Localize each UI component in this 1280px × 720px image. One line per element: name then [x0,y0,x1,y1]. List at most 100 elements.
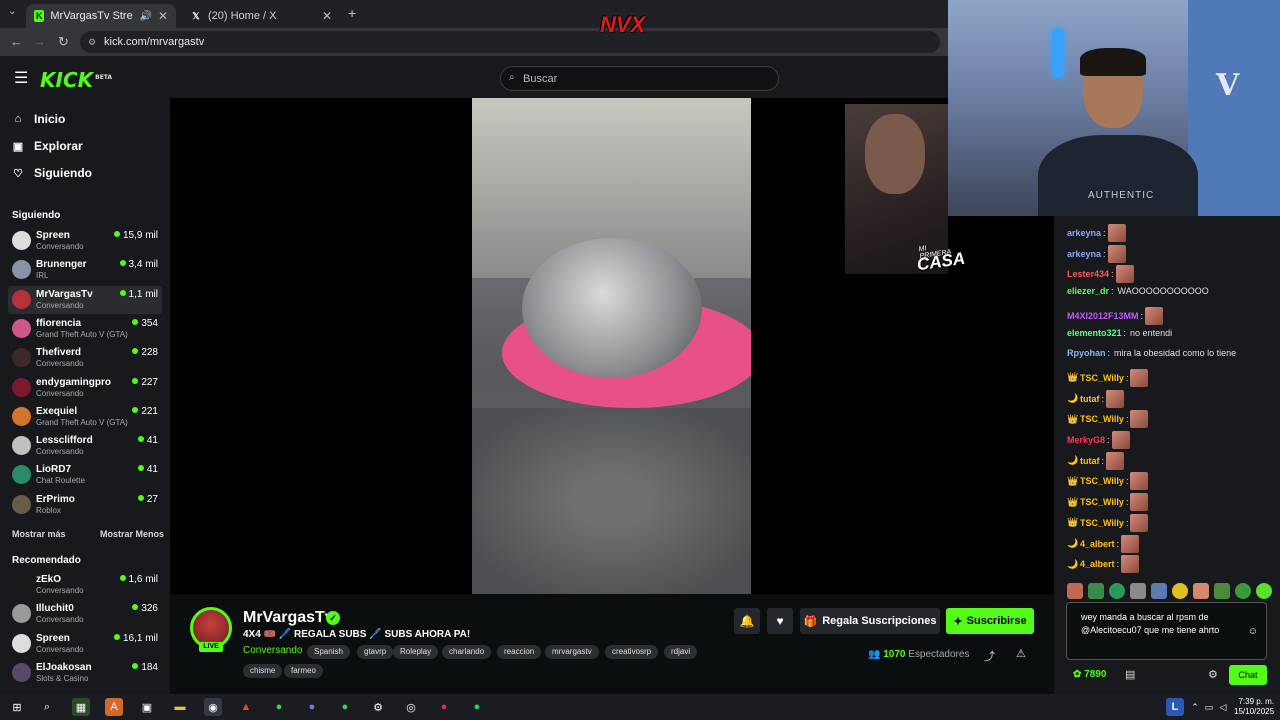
chat-username[interactable]: TSC_Willy [1080,373,1124,383]
tag-charlando[interactable]: charlando [442,645,492,659]
sidebar-channel-thefiverd[interactable]: Thefiverd Conversando 228 [8,344,162,372]
site-info-icon[interactable]: ⚙ [88,37,96,48]
chat-username[interactable]: M4XI2012F13MM [1067,311,1139,321]
nav-explorar[interactable]: ▣ Explorar [12,139,83,153]
stream-category[interactable]: Conversando [243,645,302,656]
menu-icon[interactable]: ☰ [14,68,28,88]
obs-icon[interactable]: ◎ [402,698,420,716]
discord-icon[interactable]: ● [303,698,321,716]
sidebar-channel-illuchit0[interactable]: Illuchit0 Conversando 326 [8,600,162,628]
url-field[interactable]: ⚙ kick.com/mrvargastv [80,31,940,53]
reload-icon[interactable]: ↻ [58,34,69,50]
show-less-link[interactable]: Mostrar Menos [100,529,164,539]
sidebar-channel-spreen[interactable]: Spreen Conversando 15,9 mil [8,227,162,255]
share-icon[interactable]: ⤴ [984,648,995,664]
sidebar-channel-spreen[interactable]: Spreen Conversando 16,1 mil [8,630,162,658]
app-icon-green[interactable]: ● [270,698,288,716]
emote-3[interactable] [1109,583,1125,599]
emote-5[interactable] [1151,583,1167,599]
sidebar-channel-lessclifford[interactable]: Lessclifford Conversando 41 [8,432,162,460]
chat-username[interactable]: eliezer_dr [1067,286,1109,296]
search-icon[interactable]: ⌕ [38,698,56,716]
subscribe-button[interactable]: ✦ Suscribirse [946,608,1034,634]
close-icon[interactable]: ✕ [158,9,168,23]
chat-username[interactable]: elemento321 [1067,328,1122,338]
sidebar-channel-liord7[interactable]: LioRD7 Chat Roulette 41 [8,461,162,489]
chat-username[interactable]: Lester434 [1067,269,1109,279]
app-icon-orange[interactable]: A [105,698,123,716]
app-icon-box[interactable]: ▣ [138,698,156,716]
tag-chisme[interactable]: chisme [243,664,283,678]
tab-x[interactable]: 𝕏 (20) Home / X ✕ [182,4,340,28]
gift-subs-button[interactable]: 🎁 Regala Suscripciones [800,608,940,634]
notification-bell-button[interactable]: 🔔 [734,608,760,634]
emote-1[interactable] [1067,583,1083,599]
windows-start-icon[interactable]: ⊞ [8,698,26,716]
terminal-app-icon[interactable]: ▦ [72,698,90,716]
app-icon-red[interactable]: ● [435,698,453,716]
app-icon-green-2[interactable]: ● [336,698,354,716]
sidebar-channel-erprimo[interactable]: ErPrimo Roblox 27 [8,491,162,519]
sidebar-channel-brunenger[interactable]: Brunenger IRL 3,4 mil [8,256,162,284]
tag-farmeo[interactable]: farmeo [284,664,323,678]
sidebar-channel-mrvargastv[interactable]: MrVargasTv Conversando 1,1 mil [8,285,162,314]
close-icon[interactable]: ✕ [322,9,332,23]
file-explorer-icon[interactable]: ▬ [171,698,189,716]
emote-7[interactable] [1193,583,1209,599]
clock[interactable]: 7:39 p. m. 15/10/2025 [1234,697,1274,717]
chat-send-button[interactable]: Chat [1229,665,1267,685]
tab-kick[interactable]: K MrVargasTv Stream - Watch 🔊 ✕ [26,4,176,28]
chat-username[interactable]: Rpyohan [1067,348,1106,358]
store-icon[interactable]: ▤ [1125,668,1135,681]
tab-search-icon[interactable]: ⌄ [8,6,16,17]
sidebar-channel-exequiel[interactable]: Exequiel Grand Theft Auto V (GTA) 221 [8,403,162,431]
search-input[interactable]: ⌕ Buscar [500,66,779,91]
sidebar-channel-zeko[interactable]: zEkO Conversando 1,6 mil [8,571,162,599]
chat-username[interactable]: arkeyna [1067,249,1101,259]
tag-reaccion[interactable]: reaccion [497,645,542,659]
chat-username[interactable]: 4_albert [1080,539,1115,549]
chat-username[interactable]: TSC_Willy [1080,414,1124,424]
volume-icon[interactable]: ◁ [1214,698,1232,716]
back-icon[interactable]: ← [10,34,23,49]
kick-logo[interactable]: KICK BETA [40,68,112,92]
spotify-icon[interactable]: ● [468,698,486,716]
chat-username[interactable]: MerkyG8 [1067,435,1105,445]
chat-username[interactable]: TSC_Willy [1080,476,1124,486]
follow-heart-button[interactable]: ♥ [767,608,793,634]
emote-10[interactable] [1256,583,1272,599]
emote-8[interactable] [1214,583,1230,599]
show-more-link[interactable]: Mostrar más [12,529,66,539]
chat-username[interactable]: TSC_Willy [1080,518,1124,528]
language-indicator[interactable]: L [1166,698,1184,716]
sidebar-channel-endygamingpro[interactable]: endygamingpro Conversando 227 [8,374,162,402]
sidebar-channel-ffiorencia[interactable]: ffiorencia Grand Theft Auto V (GTA) 354 [8,315,162,343]
emote-9[interactable] [1235,583,1251,599]
tag-mrvargastv[interactable]: mrvargastv [545,645,599,659]
chat-username[interactable]: TSC_Willy [1080,497,1124,507]
emote-2[interactable] [1088,583,1104,599]
emote-6[interactable] [1172,583,1188,599]
tag-spanish[interactable]: Spanish [307,645,350,659]
sidebar-channel-eljoakosan[interactable]: ElJoakosan Slots & Casino 184 [8,659,162,687]
nav-siguiendo[interactable]: ♡ Siguiendo [12,166,92,180]
report-icon[interactable]: ⚠ [1016,647,1026,660]
channel-points[interactable]: ✿ 7890 [1073,669,1106,680]
emoji-picker-icon[interactable]: ☺ [1248,625,1258,638]
tag-rdjavi[interactable]: rdjavi [664,645,698,659]
chrome-icon[interactable]: ◉ [204,698,222,716]
tag-roleplay[interactable]: Roleplay [393,645,439,659]
channel-name[interactable]: MrVargasTv [243,609,334,627]
emote-4[interactable] [1130,583,1146,599]
chat-username[interactable]: arkeyna [1067,228,1101,238]
chat-username[interactable]: tutaf [1080,456,1100,466]
video-frame[interactable] [472,98,751,594]
steam-icon[interactable]: ⚙ [369,698,387,716]
speaker-icon[interactable]: 🔊 [139,11,151,22]
chat-username[interactable]: tutaf [1080,394,1100,404]
chat-username[interactable]: 4_albert [1080,559,1115,569]
chat-input[interactable]: wey manda a buscar al rpsm de @Alecitoec… [1066,602,1267,660]
tag-gtavrp[interactable]: gtavrp [357,645,394,659]
brave-icon[interactable]: ▲ [237,698,255,716]
tag-creativosrp[interactable]: creativosrp [605,645,659,659]
